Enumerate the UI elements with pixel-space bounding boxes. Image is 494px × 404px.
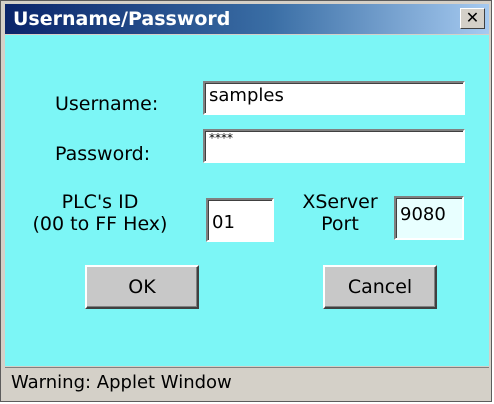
xserver-label-line2: Port	[321, 213, 359, 235]
window-title: Username/Password	[13, 8, 231, 30]
xserver-label-line1: XServer	[302, 191, 378, 213]
dialog-content: Username: samples Password: **** PLC's I…	[5, 35, 489, 366]
plc-id-label: PLC's ID (00 to FF Hex)	[5, 191, 195, 235]
plc-id-label-line2: (00 to FF Hex)	[32, 213, 168, 235]
username-field[interactable]: samples	[203, 81, 465, 115]
xserver-port-field[interactable]: 9080	[394, 196, 464, 240]
plc-id-label-line1: PLC's ID	[61, 191, 139, 213]
password-field[interactable]: ****	[203, 129, 465, 163]
ok-button[interactable]: OK	[85, 265, 199, 309]
title-bar[interactable]: Username/Password ✕	[5, 4, 489, 34]
xserver-port-label: XServer Port	[295, 191, 385, 235]
username-label: Username:	[55, 93, 159, 115]
applet-warning-text: Warning: Applet Window	[11, 372, 232, 393]
password-label: Password:	[55, 143, 151, 165]
close-button[interactable]: ✕	[460, 8, 485, 29]
status-bar: Warning: Applet Window	[5, 367, 489, 398]
plc-id-field[interactable]: 01	[206, 198, 274, 242]
login-dialog-window: Username/Password ✕ Username: samples Pa…	[0, 0, 492, 402]
close-icon: ✕	[465, 8, 480, 27]
cancel-button[interactable]: Cancel	[323, 265, 437, 309]
